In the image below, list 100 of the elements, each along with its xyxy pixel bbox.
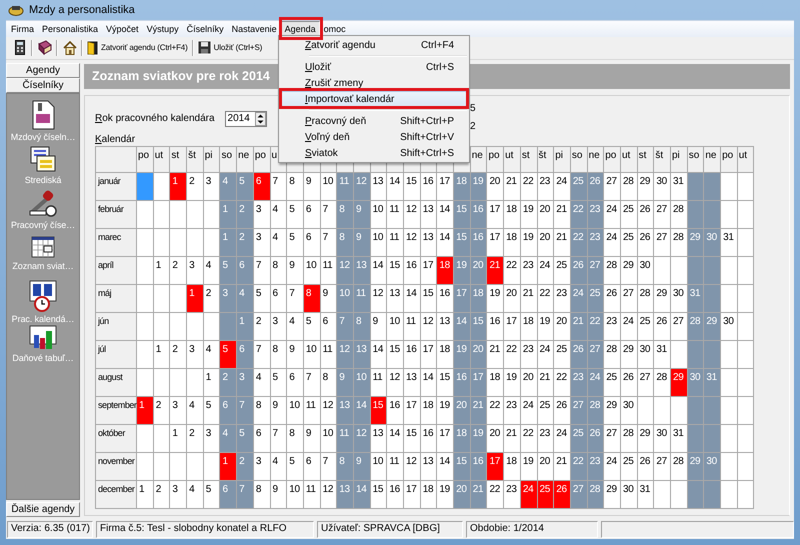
day-cell[interactable]: 29: [638, 172, 654, 200]
day-cell[interactable]: 17: [504, 312, 520, 340]
day-cell[interactable]: 18: [420, 480, 436, 508]
day-cell[interactable]: 29: [654, 284, 670, 312]
day-cell[interactable]: 11: [320, 340, 336, 368]
day-cell[interactable]: 27: [654, 228, 670, 256]
day-cell[interactable]: 25: [620, 228, 637, 256]
day-cell[interactable]: 3: [254, 228, 270, 256]
day-cell[interactable]: 17: [487, 228, 504, 256]
day-cell[interactable]: 3: [187, 340, 203, 368]
day-cell[interactable]: 16: [437, 284, 454, 312]
day-cell[interactable]: 8: [270, 340, 286, 368]
day-cell[interactable]: 1: [170, 424, 186, 452]
holiday-cell[interactable]: 1: [187, 284, 203, 312]
day-cell[interactable]: 3: [187, 256, 203, 284]
day-cell[interactable]: 25: [554, 340, 570, 368]
day-cell[interactable]: 13: [370, 172, 386, 200]
day-cell[interactable]: 26: [554, 396, 570, 424]
day-cell[interactable]: 12: [387, 368, 403, 396]
day-cell[interactable]: 3: [170, 480, 186, 508]
day-cell[interactable]: 20: [520, 368, 536, 396]
day-cell[interactable]: 9: [270, 480, 286, 508]
day-cell[interactable]: 19: [520, 200, 536, 228]
day-cell[interactable]: 18: [504, 452, 520, 480]
day-cell[interactable]: 26: [620, 368, 637, 396]
day-cell[interactable]: 5: [287, 200, 303, 228]
day-cell[interactable]: 13: [437, 312, 454, 340]
holiday-cell[interactable]: 1: [137, 396, 153, 424]
day-cell[interactable]: 1: [204, 368, 220, 396]
day-cell[interactable]: 12: [320, 480, 336, 508]
day-cell[interactable]: 21: [504, 172, 520, 200]
day-cell[interactable]: 16: [404, 256, 420, 284]
day-cell[interactable]: 22: [554, 368, 570, 396]
day-cell[interactable]: 18: [487, 368, 504, 396]
day-cell[interactable]: 3: [270, 312, 286, 340]
day-cell[interactable]: 30: [721, 312, 737, 340]
day-cell[interactable]: 6: [287, 368, 303, 396]
day-cell[interactable]: 4: [254, 368, 270, 396]
menu-option[interactable]: Voľný deň Shift+Ctrl+V: [281, 129, 467, 145]
day-cell[interactable]: 20: [504, 284, 520, 312]
day-cell[interactable]: 11: [370, 368, 386, 396]
day-cell[interactable]: 12: [404, 200, 420, 228]
holiday-cell[interactable]: 17: [487, 452, 504, 480]
day-cell[interactable]: 20: [538, 228, 554, 256]
day-cell[interactable]: 25: [538, 396, 554, 424]
day-cell[interactable]: 17: [420, 340, 436, 368]
day-cell[interactable]: 29: [604, 480, 620, 508]
day-cell[interactable]: 2: [154, 480, 170, 508]
day-cell[interactable]: 3: [204, 172, 220, 200]
day-cell[interactable]: 10: [304, 256, 320, 284]
day-cell[interactable]: 23: [504, 396, 520, 424]
day-cell[interactable]: 23: [538, 172, 554, 200]
day-cell[interactable]: 6: [304, 228, 320, 256]
day-cell[interactable]: 20: [487, 172, 504, 200]
day-cell[interactable]: 9: [320, 284, 336, 312]
day-cell[interactable]: 21: [487, 340, 504, 368]
day-cell[interactable]: 19: [437, 480, 454, 508]
day-cell[interactable]: 23: [504, 480, 520, 508]
day-cell[interactable]: 21: [554, 228, 570, 256]
day-cell[interactable]: 18: [437, 340, 454, 368]
day-cell[interactable]: 26: [604, 284, 620, 312]
day-cell[interactable]: 28: [620, 172, 637, 200]
day-cell[interactable]: 12: [404, 228, 420, 256]
day-cell[interactable]: 19: [520, 228, 536, 256]
day-cell[interactable]: 24: [520, 396, 536, 424]
day-cell[interactable]: 7: [270, 172, 286, 200]
toolbar-button[interactable]: Uložiť (Ctrl+S): [196, 38, 264, 58]
day-cell[interactable]: 28: [620, 424, 637, 452]
day-cell[interactable]: 2: [170, 256, 186, 284]
day-cell[interactable]: 8: [287, 172, 303, 200]
holiday-cell[interactable]: 1: [220, 452, 236, 480]
day-cell[interactable]: 28: [671, 452, 687, 480]
day-cell[interactable]: 7: [304, 368, 320, 396]
day-cell[interactable]: 15: [370, 480, 386, 508]
day-cell[interactable]: 13: [420, 452, 436, 480]
day-cell[interactable]: 2: [204, 284, 220, 312]
menu-item[interactable]: Nastavenie: [228, 20, 281, 37]
day-cell[interactable]: 14: [437, 452, 454, 480]
day-cell[interactable]: 30: [654, 424, 670, 452]
day-cell[interactable]: 5: [270, 368, 286, 396]
day-cell[interactable]: 30: [654, 172, 670, 200]
day-cell[interactable]: 17: [420, 256, 436, 284]
spin-arrows-icon[interactable]: [254, 112, 266, 126]
day-cell[interactable]: 22: [487, 396, 504, 424]
day-cell[interactable]: 24: [620, 312, 637, 340]
toolbar-button[interactable]: Zatvoriť agendu (Ctrl+F4): [85, 38, 190, 58]
day-cell[interactable]: 4: [187, 480, 203, 508]
day-cell[interactable]: 15: [437, 368, 454, 396]
day-cell[interactable]: 8: [270, 256, 286, 284]
day-cell[interactable]: 29: [620, 256, 637, 284]
day-cell[interactable]: 10: [320, 424, 336, 452]
day-cell[interactable]: 5: [287, 228, 303, 256]
day-cell[interactable]: 25: [638, 312, 654, 340]
day-cell[interactable]: 7: [287, 284, 303, 312]
day-cell[interactable]: 26: [638, 228, 654, 256]
day-cell[interactable]: 18: [504, 228, 520, 256]
menu-item[interactable]: Firma: [7, 20, 38, 37]
day-cell[interactable]: 11: [304, 396, 320, 424]
day-cell[interactable]: 7: [254, 340, 270, 368]
day-cell[interactable]: 15: [387, 256, 403, 284]
